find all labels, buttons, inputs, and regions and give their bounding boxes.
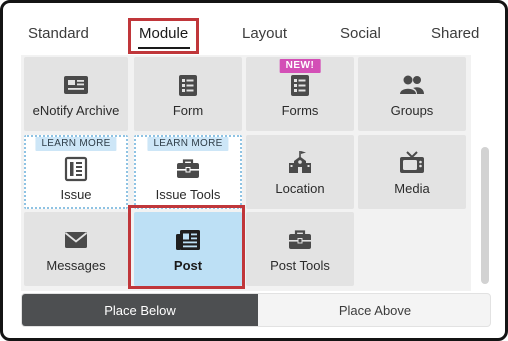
place-above-button[interactable]: Place Above	[258, 294, 490, 326]
school-building-icon	[289, 151, 311, 173]
tile-label: Issue	[60, 187, 92, 202]
tile-label: Media	[394, 181, 430, 196]
tile-groups[interactable]: Groups	[358, 57, 466, 131]
tile-label: Groups	[390, 103, 434, 118]
tile-forms[interactable]: NEW! Forms	[246, 57, 354, 131]
tile-messages[interactable]: Messages	[24, 212, 128, 286]
envelope-icon	[64, 232, 88, 248]
learn-more-badge[interactable]: LEARN MORE	[147, 137, 229, 151]
tile-post-tools[interactable]: Post Tools	[246, 212, 354, 286]
tile-media[interactable]: Media	[358, 135, 466, 209]
newsletter-card-icon	[64, 76, 88, 94]
scrollbar-thumb[interactable]	[481, 147, 489, 284]
tile-issue-tools[interactable]: LEARN MORE Issue Tools	[134, 135, 242, 209]
module-grid: eNotify Archive Form NEW! Forms Groups L…	[21, 55, 471, 291]
tile-form[interactable]: Form	[134, 57, 242, 131]
tile-label: Issue Tools	[155, 187, 221, 202]
tab-standard[interactable]: Standard	[28, 24, 89, 44]
module-picker-window: Standard Module Layout Social Shared eNo…	[0, 0, 508, 341]
tile-location[interactable]: Location	[246, 135, 354, 209]
groups-icon	[400, 75, 424, 94]
tile-enotify-archive[interactable]: eNotify Archive	[24, 57, 128, 131]
briefcase-icon	[289, 230, 311, 249]
learn-more-badge[interactable]: LEARN MORE	[35, 137, 117, 151]
tab-social[interactable]: Social	[340, 24, 381, 44]
tile-label: Location	[275, 181, 325, 196]
briefcase-icon	[177, 159, 199, 178]
tile-label: Messages	[46, 258, 106, 273]
tile-issue[interactable]: LEARN MORE Issue	[24, 135, 128, 209]
tab-shared[interactable]: Shared	[431, 24, 479, 44]
tile-label: Form	[172, 103, 204, 118]
tab-bar: Standard Module Layout Social Shared	[3, 3, 505, 54]
place-below-button[interactable]: Place Below	[22, 294, 258, 326]
forms-icon	[291, 75, 309, 96]
tv-icon	[400, 151, 424, 173]
tile-label: Forms	[281, 103, 319, 118]
tab-layout[interactable]: Layout	[242, 24, 287, 44]
placement-toggle: Place Below Place Above	[21, 293, 491, 327]
tile-label: eNotify Archive	[32, 103, 120, 118]
form-icon	[179, 75, 197, 96]
tile-label: Post Tools	[270, 258, 330, 273]
issue-icon	[64, 156, 88, 182]
post-highlight-box	[128, 205, 245, 289]
tab-highlight-box	[128, 18, 199, 54]
